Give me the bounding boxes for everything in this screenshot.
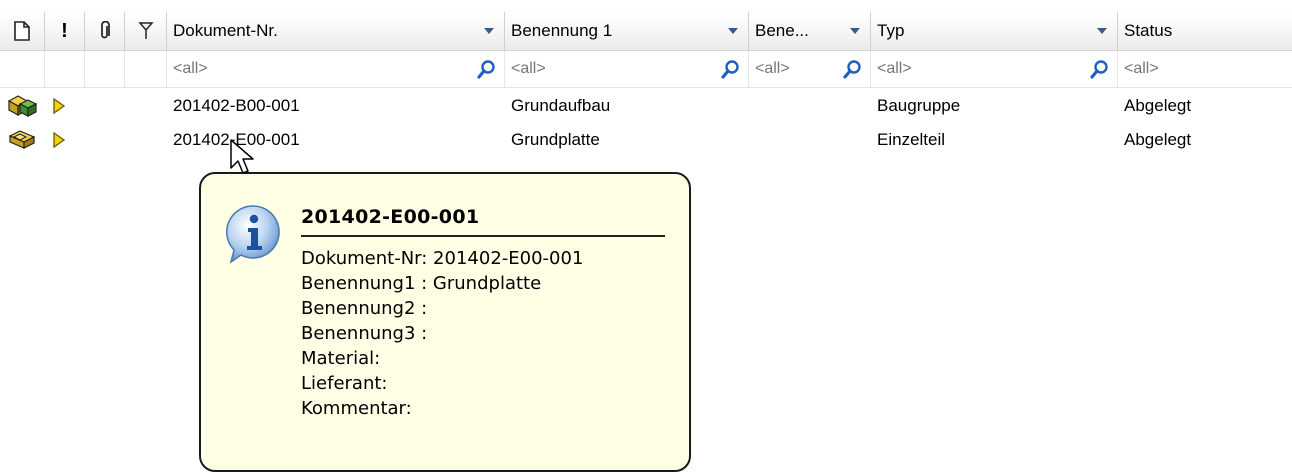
filter-placeholder: <all> [1124, 60, 1159, 77]
tooltip-line-dokument-nr: Dokument-Nr: 201402-E00-001 [301, 248, 584, 269]
filter-status[interactable]: <all> [1118, 51, 1292, 87]
tooltip-line-lieferant: Lieferant: [301, 373, 388, 394]
column-header-benennung-1[interactable]: Benennung 1 [505, 12, 749, 50]
tooltip-line-kommentar: Kommentar: [301, 398, 412, 419]
cell-typ: Einzelteil [877, 130, 946, 149]
column-header-typ[interactable]: Typ [871, 12, 1118, 50]
column-header-label: Benennung 1 [511, 21, 613, 40]
cell-dokument-nr: 201402-E00-001 [173, 130, 300, 149]
assembly-icon [6, 89, 40, 123]
column-header-priority[interactable]: ! [45, 12, 85, 50]
cell-benennung-1: Grundplatte [511, 130, 600, 149]
document-icon [14, 21, 30, 41]
column-header-document[interactable] [0, 12, 45, 50]
search-icon[interactable] [842, 59, 862, 79]
filter-benennung-1[interactable]: <all> [505, 51, 749, 87]
table-row[interactable]: 201402-E00-001 Grundplatte Einzelteil Ab… [0, 123, 1292, 157]
column-header-label: Dokument-Nr. [173, 21, 278, 40]
tooltip-details: Dokument-Nr: 201402-E00-001 Benennung1 :… [301, 246, 583, 421]
column-header-label: Bene... [755, 21, 809, 40]
cell-status: Abgelegt [1124, 130, 1192, 149]
part-icon [6, 123, 40, 157]
mouse-cursor-icon [230, 139, 254, 174]
tooltip-divider [301, 235, 665, 237]
document-tooltip: 201402-E00-001 Dokument-Nr: 201402-E00-0… [199, 172, 691, 472]
filter-placeholder: <all> [173, 60, 208, 77]
column-header-dokument-nr[interactable]: Dokument-Nr. [167, 12, 505, 50]
filter-row: <all> <all> <all> <all> <all> [0, 51, 1292, 88]
filter-cell-empty [85, 51, 125, 87]
column-header-row: ! Dokument-Nr. Benennung 1 Bene... Typ S… [0, 12, 1292, 51]
tooltip-line-benennung2: Benennung2 : [301, 298, 428, 319]
info-icon [226, 205, 280, 264]
search-icon[interactable] [1089, 59, 1109, 79]
column-header-label: Typ [877, 21, 905, 40]
cell-benennung [749, 123, 871, 157]
filter-cell-empty [0, 51, 45, 87]
column-header-benennung[interactable]: Bene... [749, 12, 871, 50]
filter-placeholder: <all> [511, 60, 546, 77]
tooltip-line-material: Material: [301, 348, 381, 369]
column-header-flag[interactable] [125, 12, 167, 50]
filter-placeholder: <all> [755, 60, 790, 77]
play-arrow-icon [52, 123, 72, 157]
column-header-label: Status [1124, 21, 1173, 40]
filter-cell-empty [125, 51, 167, 87]
cell-benennung-1: Grundaufbau [511, 96, 611, 115]
filter-cell-empty [45, 51, 85, 87]
tooltip-line-benennung1: Benennung1 : Grundplatte [301, 273, 542, 294]
tooltip-title: 201402-E00-001 [301, 206, 480, 228]
chevron-down-icon[interactable] [1097, 28, 1107, 34]
play-arrow-icon [52, 89, 72, 123]
chevron-down-icon[interactable] [850, 28, 860, 34]
cell-typ: Baugruppe [877, 96, 961, 115]
cell-status: Abgelegt [1124, 96, 1192, 115]
paperclip-icon [100, 21, 110, 39]
flag-icon [137, 22, 154, 39]
table-row[interactable]: 201402-B00-001 Grundaufbau Baugruppe Abg… [0, 89, 1292, 123]
cell-benennung [749, 89, 871, 123]
cell-dokument-nr: 201402-B00-001 [173, 96, 300, 115]
column-header-status[interactable]: Status [1118, 12, 1292, 50]
filter-typ[interactable]: <all> [871, 51, 1118, 87]
search-icon[interactable] [476, 59, 496, 79]
filter-placeholder: <all> [877, 60, 912, 77]
filter-dokument-nr[interactable]: <all> [167, 51, 505, 87]
tooltip-line-benennung3: Benennung3 : [301, 323, 428, 344]
priority-icon: ! [61, 19, 68, 42]
column-header-attachment[interactable] [85, 12, 125, 50]
chevron-down-icon[interactable] [728, 28, 738, 34]
search-icon[interactable] [720, 59, 740, 79]
filter-benennung[interactable]: <all> [749, 51, 871, 87]
chevron-down-icon[interactable] [484, 28, 494, 34]
